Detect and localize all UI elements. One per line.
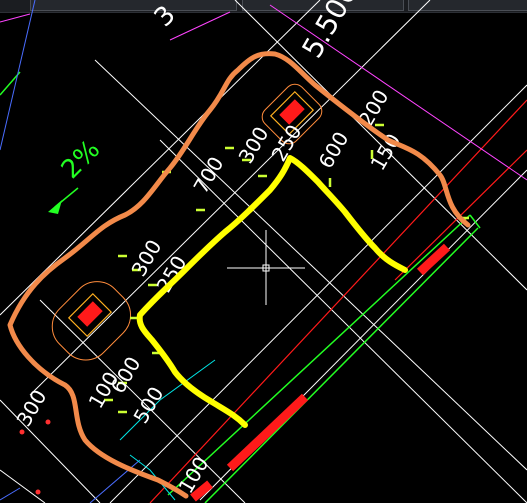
- dimension-600-upper: 600: [314, 127, 354, 172]
- cad-drawing-canvas[interactable]: 5.500 3 2% 700 300 250 600 200 150 300 2…: [0, 0, 527, 503]
- yellow-markup-bracket: [136, 155, 408, 428]
- magenta-line-3: [169, 11, 231, 41]
- red-curb-segments: [190, 243, 451, 502]
- blue-line-3: [89, 459, 141, 503]
- slope-label: 2%: [56, 135, 106, 185]
- magenta-line-2: [0, 13, 31, 23]
- green-line-2: [204, 227, 479, 503]
- blue-line-1: [0, 0, 36, 151]
- top-elevation-label: 5.500: [295, 0, 364, 63]
- dimension-700: 700: [189, 152, 229, 197]
- red-markers: [19, 419, 51, 495]
- crosshair-cursor-icon: [227, 230, 305, 305]
- blue-line-2: [0, 487, 21, 501]
- red-line-2: [394, 149, 527, 281]
- green-line-1: [167, 214, 471, 496]
- dimension-300-bottom: 300: [12, 385, 52, 430]
- top-fragment-label: 3: [149, 0, 182, 33]
- slope-arrow-line: [54, 187, 79, 208]
